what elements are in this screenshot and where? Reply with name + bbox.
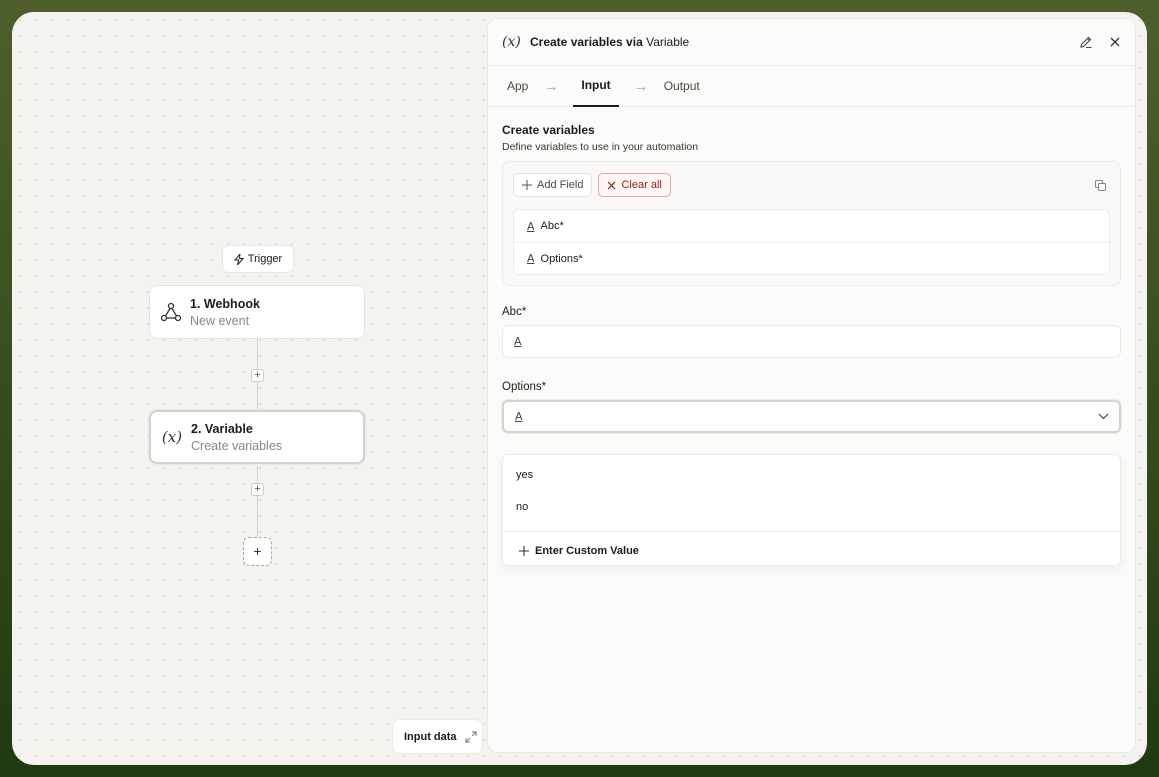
panel-title: Create variables via Variable bbox=[530, 35, 689, 49]
copy-icon[interactable] bbox=[1095, 179, 1106, 191]
text-type-icon: A bbox=[527, 219, 535, 233]
input-data-label: Input data bbox=[404, 730, 457, 743]
trigger-badge[interactable]: Trigger bbox=[222, 245, 294, 273]
text-type-icon: A bbox=[527, 252, 535, 265]
add-field-button[interactable]: Add Field bbox=[513, 173, 593, 197]
plus-icon bbox=[522, 180, 532, 190]
input-data-button[interactable]: Input data bbox=[392, 719, 483, 754]
trigger-label: Trigger bbox=[247, 253, 283, 265]
node-title: 2. Variable bbox=[191, 421, 253, 436]
clear-all-label: Clear all bbox=[621, 179, 662, 191]
section-subtitle: Define variables to use in your automati… bbox=[502, 141, 699, 153]
field-name: Options* bbox=[540, 252, 583, 265]
step-config-panel: (x) Create variables via Variable App → … bbox=[487, 18, 1136, 753]
add-step-button[interactable]: + bbox=[251, 369, 264, 382]
add-final-step-button[interactable]: + bbox=[243, 537, 272, 566]
node-variable[interactable]: (x) 2. Variable Create variables bbox=[149, 410, 365, 464]
clear-all-button[interactable]: Clear all bbox=[598, 173, 671, 197]
section-title: Create variables bbox=[502, 123, 595, 137]
add-field-label: Add Field bbox=[537, 179, 584, 191]
close-icon[interactable] bbox=[1109, 36, 1121, 48]
app-frame: Trigger 1. Webhook New event + (x) 2. Va… bbox=[12, 12, 1147, 765]
abc-input[interactable]: A bbox=[502, 325, 1121, 358]
panel-app-name: Variable bbox=[646, 35, 690, 49]
panel-title-text: Create variables via bbox=[530, 35, 643, 49]
edit-icon[interactable] bbox=[1079, 35, 1093, 49]
chevron-down-icon bbox=[1098, 413, 1109, 420]
expand-icon bbox=[465, 731, 477, 742]
abc-field-label: Abc* bbox=[502, 306, 527, 318]
options-select[interactable]: A bbox=[502, 400, 1121, 433]
dropdown-option-yes[interactable]: yes bbox=[503, 459, 1120, 491]
create-variables-section: Create variables Define variables to use… bbox=[488, 107, 1135, 433]
custom-value-label: Enter Custom Value bbox=[535, 544, 639, 557]
enter-custom-value-button[interactable]: Enter Custom Value bbox=[503, 531, 1120, 569]
field-name: Abc* bbox=[540, 220, 564, 232]
fields-box: Add Field Clear all A Abc* A Options* bbox=[502, 161, 1121, 286]
plus-icon bbox=[519, 545, 529, 556]
text-type-icon: A bbox=[515, 410, 523, 423]
arrow-right-icon: → bbox=[544, 78, 559, 94]
webhook-icon bbox=[160, 301, 182, 323]
options-dropdown: yes no Enter Custom Value bbox=[502, 454, 1121, 566]
add-step-button[interactable]: + bbox=[251, 483, 264, 496]
lightning-icon bbox=[233, 253, 244, 265]
tab-input[interactable]: Input bbox=[573, 66, 619, 107]
close-icon bbox=[608, 181, 616, 189]
options-field-label: Options* bbox=[502, 381, 547, 393]
connector-line bbox=[257, 466, 258, 537]
field-item[interactable]: A Options* bbox=[514, 242, 1109, 274]
field-item[interactable]: A Abc* bbox=[514, 210, 1109, 242]
node-webhook[interactable]: 1. Webhook New event bbox=[149, 285, 365, 339]
text-type-icon: A bbox=[514, 335, 522, 348]
node-title: 1. Webhook bbox=[190, 296, 260, 311]
tab-app[interactable]: App bbox=[506, 66, 529, 107]
variable-icon: (x) bbox=[502, 34, 521, 50]
arrow-right-icon: → bbox=[633, 78, 648, 94]
node-subtitle: New event bbox=[190, 313, 250, 328]
panel-tabs: App → Input → Output bbox=[488, 66, 1135, 107]
panel-header: (x) Create variables via Variable bbox=[488, 19, 1135, 66]
tab-output[interactable]: Output bbox=[663, 66, 701, 107]
dropdown-option-no[interactable]: no bbox=[503, 491, 1120, 523]
node-subtitle: Create variables bbox=[191, 438, 283, 453]
variable-icon: (x) bbox=[161, 428, 183, 446]
field-list: A Abc* A Options* bbox=[513, 209, 1110, 275]
